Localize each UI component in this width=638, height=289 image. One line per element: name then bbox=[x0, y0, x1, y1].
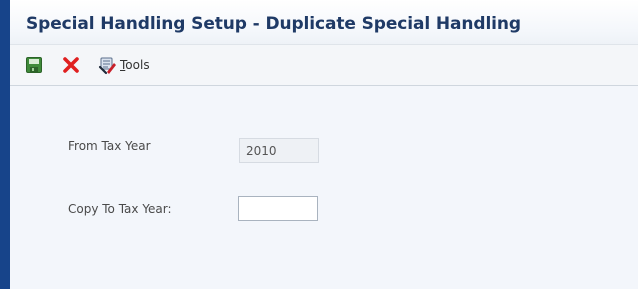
save-icon[interactable] bbox=[26, 57, 42, 73]
copy-to-tax-year-input[interactable] bbox=[238, 196, 318, 221]
toolbar: Tools bbox=[10, 44, 638, 86]
cancel-icon[interactable] bbox=[62, 56, 80, 74]
copy-to-tax-year-label: Copy To Tax Year: bbox=[68, 202, 172, 216]
form-area: From Tax Year 2010 Copy To Tax Year: bbox=[10, 86, 638, 289]
window-left-border bbox=[0, 0, 10, 289]
title-bar: Special Handling Setup - Duplicate Speci… bbox=[10, 0, 638, 44]
tools-menu[interactable]: Tools bbox=[120, 58, 150, 72]
tools-icon[interactable] bbox=[98, 55, 118, 75]
page-title: Special Handling Setup - Duplicate Speci… bbox=[26, 14, 521, 34]
from-tax-year-field: 2010 bbox=[239, 138, 319, 163]
from-tax-year-label: From Tax Year bbox=[68, 139, 151, 153]
